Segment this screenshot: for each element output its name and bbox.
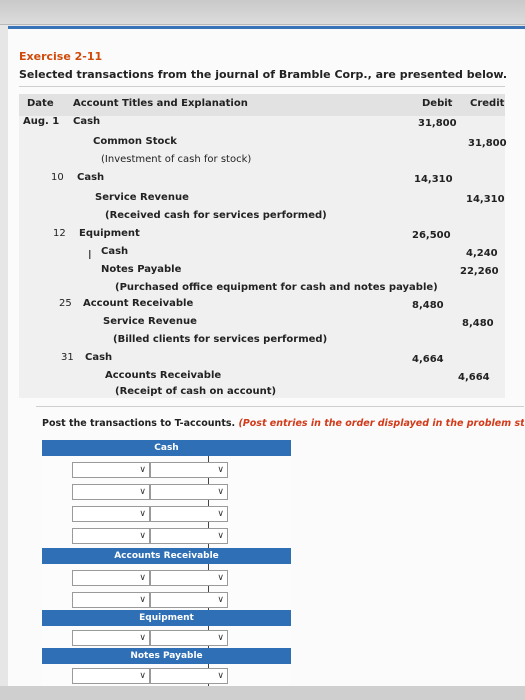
row-explanation: (Purchased office equipment for cash and… [115,282,438,293]
row-debit: 8,480 [412,300,444,311]
row-account: Cash [73,116,101,127]
chevron-down-icon: ∨ [217,633,224,643]
taccount-accounts-receivable-body: ∨ ∨ ∨ ∨ [42,564,291,610]
taskbar-strip [0,686,525,700]
browser-top-strip [0,0,525,25]
chevron-down-icon: ∨ [139,573,146,583]
row-credit: 31,800 [468,138,507,149]
header-credit: Credit [470,98,505,109]
chevron-down-icon: ∨ [139,465,146,475]
cash-debit-dropdown[interactable]: ∨ [72,462,150,478]
row-explanation: (Investment of cash for stock) [101,154,252,165]
equipment-credit-dropdown[interactable]: ∨ [150,630,228,646]
row-account: Accounts Receivable [105,370,222,381]
ar-credit-dropdown[interactable]: ∨ [150,570,228,586]
divider [19,86,505,87]
chevron-down-icon: ∨ [139,633,146,643]
chevron-down-icon: ∨ [217,671,224,681]
row-explanation: (Received cash for services performed) [105,210,327,221]
chevron-down-icon: ∨ [139,595,146,605]
row-account: Notes Payable [101,264,182,275]
chevron-down-icon: ∨ [217,509,224,519]
chevron-down-icon: ∨ [217,573,224,583]
taccount-cash-header: Cash [42,440,291,456]
taccount-equipment-body: ∨ ∨ [42,626,291,648]
chevron-down-icon: ∨ [139,531,146,541]
taccount-cash-body: ∨ ∨ ∨ ∨ ∨ ∨ ∨ ∨ [42,456,291,548]
row-credit: 22,260 [460,266,499,277]
chevron-down-icon: ∨ [217,465,224,475]
cash-debit-dropdown[interactable]: ∨ [72,506,150,522]
taccount-equipment-header: Equipment [42,610,291,626]
text-cursor-icon: I [88,248,92,262]
row-account: Equipment [79,228,140,239]
row-date: 10 [51,172,64,183]
row-date: 31 [61,352,74,363]
row-credit: 4,664 [458,372,490,383]
journal-header: Date Account Titles and Explanation Debi… [19,94,505,116]
instruction-note: (Post entries in the order displayed in … [238,418,524,429]
exercise-title: Exercise 2-11 [19,50,103,63]
equipment-debit-dropdown[interactable]: ∨ [72,630,150,646]
taccount-accounts-receivable-header: Accounts Receivable [42,548,291,564]
row-date: Aug. 1 [23,116,60,127]
row-credit: 8,480 [462,318,494,329]
row-account: Cash [77,172,105,183]
instruction-text: Post the transactions to T-accounts. (Po… [42,418,524,429]
header-account: Account Titles and Explanation [73,98,248,109]
row-debit: 4,664 [412,354,444,365]
ar-debit-dropdown[interactable]: ∨ [72,570,150,586]
chevron-down-icon: ∨ [217,595,224,605]
row-explanation: (Receipt of cash on account) [115,386,277,397]
chevron-down-icon: ∨ [139,487,146,497]
row-account: Account Receivable [83,298,194,309]
row-credit: 4,240 [466,248,498,259]
chevron-down-icon: ∨ [139,509,146,519]
instruction-main: Post the transactions to T-accounts. [42,418,236,429]
cash-debit-amount[interactable]: ∨ [150,528,228,544]
row-debit: 26,500 [412,230,451,241]
chevron-down-icon: ∨ [217,531,224,541]
row-account: Cash [85,352,113,363]
notes-payable-debit-dropdown[interactable]: ∨ [72,668,150,684]
header-debit: Debit [422,98,453,109]
row-account: Service Revenue [95,192,189,203]
cash-debit-amount[interactable]: ∨ [150,484,228,500]
exercise-subtitle: Selected transactions from the journal o… [19,68,508,81]
ar-credit-dropdown[interactable]: ∨ [150,592,228,608]
row-credit: 14,310 [466,194,505,205]
cash-debit-dropdown[interactable]: ∨ [72,484,150,500]
row-debit: 31,800 [418,118,457,129]
taccount-notes-payable-body: ∨ ∨ [42,664,291,686]
divider [36,406,524,407]
cash-debit-dropdown[interactable]: ∨ [72,528,150,544]
row-account: Common Stock [93,136,177,147]
chevron-down-icon: ∨ [139,671,146,681]
cash-debit-amount[interactable]: ∨ [150,462,228,478]
notes-payable-credit-dropdown[interactable]: ∨ [150,668,228,684]
journal-table: Date Account Titles and Explanation Debi… [19,94,507,398]
taccount-notes-payable-header: Notes Payable [42,648,291,664]
row-debit: 14,310 [414,174,453,185]
header-date: Date [27,98,54,109]
chevron-down-icon: ∨ [217,487,224,497]
row-account: Service Revenue [103,316,197,327]
row-explanation: (Billed clients for services performed) [113,334,328,345]
row-date: 25 [59,298,72,309]
row-account: Cash [101,246,129,257]
ar-debit-dropdown[interactable]: ∨ [72,592,150,608]
cash-debit-amount[interactable]: ∨ [150,506,228,522]
row-date: 12 [53,228,66,239]
